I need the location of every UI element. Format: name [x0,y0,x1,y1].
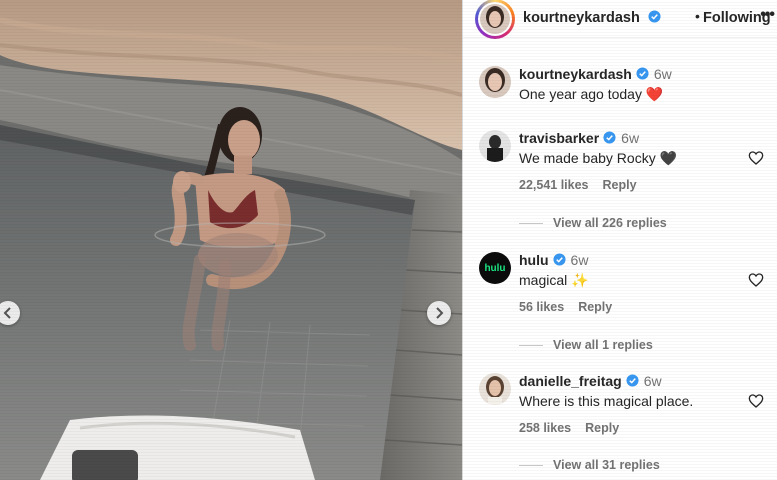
view-replies-button[interactable]: View all 31 replies [519,458,660,472]
verified-badge-icon [636,67,649,80]
caption-time: 6w [653,66,672,82]
view-replies-label[interactable]: View all 226 replies [553,216,667,230]
comment-time: 6w [570,252,589,268]
comment-time: 6w [621,130,640,146]
post-header: kourtneykardash • Following ••• [463,0,777,39]
caption-text: One year ago today ❤️ [519,86,664,102]
reply-button[interactable]: Reply [578,300,612,314]
verified-badge-icon [626,374,639,387]
comment-likes[interactable]: 22,541 likes [519,178,589,192]
view-replies-button[interactable]: View all 226 replies [519,216,667,230]
next-photo-button[interactable] [427,301,451,325]
heart-outline-icon[interactable] [748,393,764,409]
comment-text: Where is this magical place. [519,393,694,409]
comment-header: travisbarker 6w [519,130,639,146]
verified-badge-icon [553,253,566,266]
comment-username[interactable]: travisbarker [519,130,599,146]
hulu-logo: hulu [484,262,506,274]
view-replies-label[interactable]: View all 1 replies [553,338,653,352]
comment-likes[interactable]: 258 likes [519,421,571,435]
more-options-icon[interactable]: ••• [760,6,775,24]
author-avatar-ring[interactable] [475,0,515,39]
avatar [480,4,510,34]
avatar[interactable] [479,66,511,98]
post-author[interactable]: kourtneykardash [523,10,661,26]
comment-time: 6w [643,373,662,389]
comments-panel: kourtneykardash • Following ••• kourtney… [462,0,777,480]
avatar[interactable]: hulu [479,252,511,284]
reply-button[interactable]: Reply [603,178,637,192]
comment-meta: 22,541 likes Reply [519,178,651,192]
comment-meta: 56 likes Reply [519,300,626,314]
heart-outline-icon[interactable] [748,272,764,288]
heart-outline-icon[interactable] [748,150,764,166]
comment-username[interactable]: danielle_freitag [519,373,622,389]
comment-username[interactable]: hulu [519,252,549,268]
comment-meta: 258 likes Reply [519,421,633,435]
avatar[interactable] [479,373,511,405]
comment-header: danielle_freitag 6w [519,373,662,389]
post-author-name[interactable]: kourtneykardash [523,10,640,26]
verified-badge-icon [648,10,661,23]
caption-username[interactable]: kourtneykardash [519,66,632,82]
view-replies-button[interactable]: View all 1 replies [519,338,653,352]
chevron-right-icon [436,307,444,319]
post-image [0,0,462,480]
caption-header: kourtneykardash 6w [519,66,672,82]
header-separator: • [695,8,700,24]
post-photo [0,0,462,480]
avatar[interactable] [479,130,511,162]
chevron-left-icon [3,307,11,319]
verified-badge-icon [603,131,616,144]
comment-text: We made baby Rocky 🖤 [519,150,678,166]
comment-text: magical ✨ [519,272,589,288]
comment-likes[interactable]: 56 likes [519,300,564,314]
reply-button[interactable]: Reply [585,421,619,435]
comment-header: hulu 6w [519,252,588,268]
view-replies-label[interactable]: View all 31 replies [553,458,660,472]
